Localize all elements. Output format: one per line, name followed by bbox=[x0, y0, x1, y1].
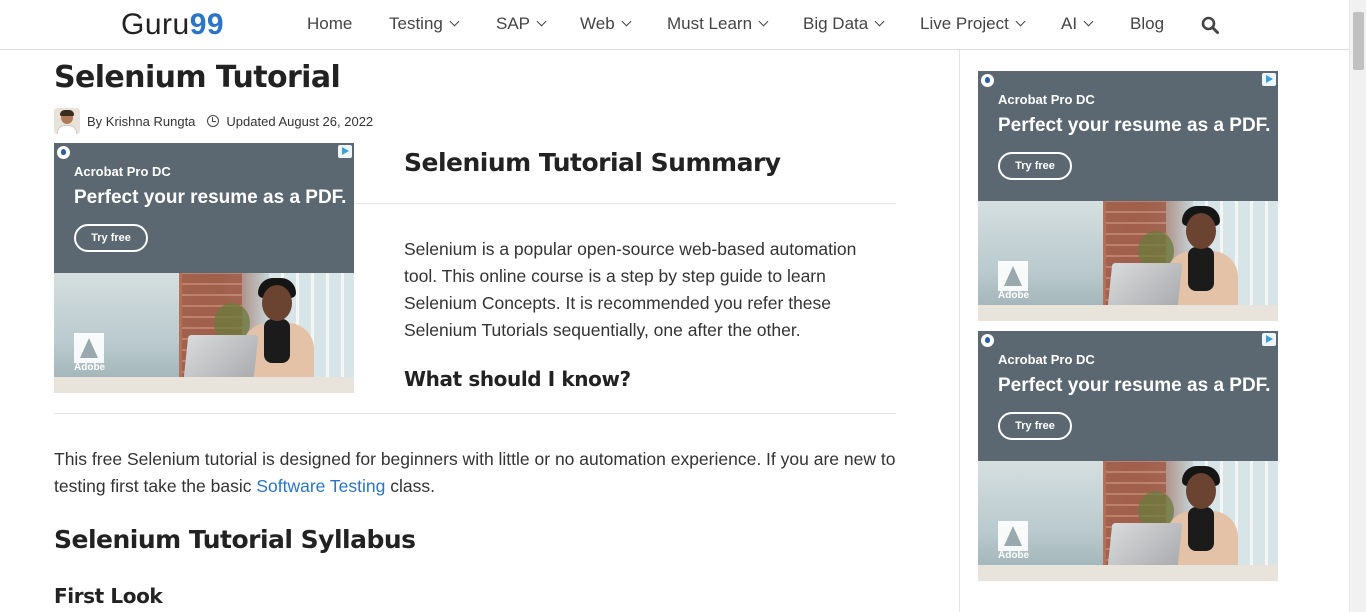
software-testing-link[interactable]: Software Testing bbox=[256, 476, 385, 496]
clock-icon bbox=[207, 115, 220, 127]
ad-headline: Perfect your resume as a PDF. bbox=[74, 187, 347, 208]
summary-divider bbox=[354, 203, 896, 204]
syllabus-title: Selenium Tutorial Syllabus bbox=[54, 525, 416, 554]
ad-info-icon[interactable] bbox=[981, 74, 994, 87]
chevron-down-icon bbox=[874, 16, 885, 27]
ad-info-icon[interactable] bbox=[981, 334, 994, 347]
author-prefix: By bbox=[87, 113, 106, 129]
nav-ai[interactable]: AI bbox=[1061, 14, 1094, 34]
adchoices-icon[interactable] bbox=[338, 145, 352, 158]
ad-photo: Adobe bbox=[54, 273, 354, 393]
nav-web[interactable]: Web bbox=[580, 14, 632, 34]
ad-info-icon[interactable] bbox=[57, 146, 70, 159]
ad-headline: Perfect your resume as a PDF. bbox=[998, 115, 1271, 136]
ad-try-free-button[interactable]: Try free bbox=[74, 224, 148, 252]
ad-panel: Acrobat Pro DC Perfect your resume as a … bbox=[978, 331, 1278, 461]
chevron-down-icon bbox=[1083, 16, 1094, 27]
main-nav: Home Testing SAP Web Must Learn Big Data… bbox=[0, 0, 1349, 50]
author-avatar[interactable] bbox=[54, 108, 80, 134]
ad-panel: Acrobat Pro DC Perfect your resume as a … bbox=[54, 143, 354, 273]
chevron-down-icon bbox=[1015, 16, 1026, 27]
chevron-down-icon bbox=[536, 16, 547, 27]
adobe-logo: Adobe bbox=[998, 521, 1030, 561]
intro-paragraph: This free Selenium tutorial is designed … bbox=[54, 449, 896, 496]
adobe-logo-text: Adobe bbox=[998, 290, 1030, 301]
nav-blog[interactable]: Blog bbox=[1130, 14, 1164, 34]
ad-brand: Acrobat Pro DC bbox=[74, 164, 171, 179]
sidebar-ad-2[interactable]: Acrobat Pro DC Perfect your resume as a … bbox=[978, 331, 1278, 581]
page-title: Selenium Tutorial bbox=[54, 60, 341, 95]
ad-photo: Adobe bbox=[978, 201, 1278, 321]
adchoices-icon[interactable] bbox=[1262, 73, 1276, 86]
nav-must-learn[interactable]: Must Learn bbox=[667, 14, 769, 34]
ad-try-free-button[interactable]: Try free bbox=[998, 412, 1072, 440]
article-meta: By Krishna Rungta Updated August 26, 202… bbox=[54, 108, 373, 134]
ad-photo: Adobe bbox=[978, 461, 1278, 581]
know-title: What should I know? bbox=[404, 367, 631, 391]
ad-headline: Perfect your resume as a PDF. bbox=[998, 375, 1271, 396]
updated-date: Updated August 26, 2022 bbox=[226, 113, 374, 129]
nav-home[interactable]: Home bbox=[307, 14, 352, 34]
ad-brand: Acrobat Pro DC bbox=[998, 352, 1095, 367]
adobe-logo-text: Adobe bbox=[74, 362, 106, 373]
nav-live-project[interactable]: Live Project bbox=[920, 14, 1026, 34]
adobe-logo: Adobe bbox=[74, 333, 106, 373]
summary-bottom-divider bbox=[54, 413, 896, 414]
ad-try-free-button[interactable]: Try free bbox=[998, 152, 1072, 180]
ad-brand: Acrobat Pro DC bbox=[998, 92, 1095, 107]
summary-text: Selenium is a popular open-source web-ba… bbox=[404, 239, 857, 340]
scrollbar-thumb[interactable] bbox=[1353, 12, 1364, 70]
adchoices-icon[interactable] bbox=[1262, 333, 1276, 346]
adobe-logo: Adobe bbox=[998, 261, 1030, 301]
nav-sap[interactable]: SAP bbox=[496, 14, 547, 34]
first-look-heading: First Look bbox=[54, 584, 163, 608]
inline-ad[interactable]: Acrobat Pro DC Perfect your resume as a … bbox=[54, 143, 354, 393]
site-header: Guru99 Home Testing SAP Web Must Learn B… bbox=[0, 0, 1349, 50]
page-scrollbar[interactable] bbox=[1349, 0, 1366, 612]
chevron-down-icon bbox=[758, 16, 769, 27]
chevron-down-icon bbox=[449, 16, 460, 27]
summary-title: Selenium Tutorial Summary bbox=[404, 148, 781, 177]
ad-panel: Acrobat Pro DC Perfect your resume as a … bbox=[978, 71, 1278, 201]
author-name[interactable]: Krishna Rungta bbox=[106, 114, 196, 129]
nav-testing[interactable]: Testing bbox=[389, 14, 460, 34]
sidebar-divider bbox=[959, 50, 960, 612]
adobe-logo-text: Adobe bbox=[998, 550, 1030, 561]
chevron-down-icon bbox=[621, 16, 632, 27]
sidebar-ad-1[interactable]: Acrobat Pro DC Perfect your resume as a … bbox=[978, 71, 1278, 321]
search-icon[interactable] bbox=[1201, 16, 1219, 34]
nav-big-data[interactable]: Big Data bbox=[803, 14, 885, 34]
